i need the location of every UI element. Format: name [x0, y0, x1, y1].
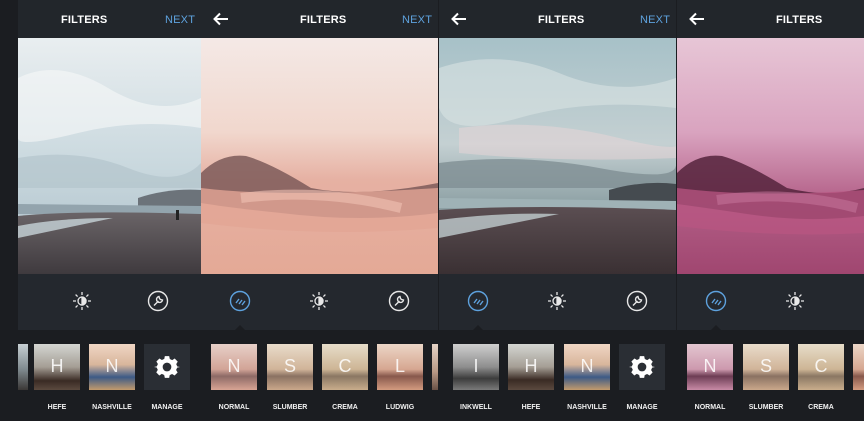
- tools-bar: [439, 274, 676, 330]
- back-arrow-icon[interactable]: [450, 10, 468, 28]
- next-button[interactable]: NEXT: [640, 14, 670, 26]
- filter-thumb[interactable]: C: [798, 344, 844, 390]
- filter-letter: H: [524, 356, 538, 376]
- filter-thumb-partial[interactable]: [432, 344, 438, 390]
- filter-letter: I: [473, 356, 479, 376]
- manage-filters-button[interactable]: [144, 344, 190, 390]
- next-button[interactable]: NEXT: [165, 14, 195, 26]
- filter-thumb[interactable]: N: [564, 344, 610, 390]
- filter-letter: S: [283, 356, 296, 376]
- screen-title: FILTERS: [776, 14, 823, 26]
- filter-label: MANAGE: [151, 404, 183, 411]
- filter-thumb[interactable]: N: [89, 344, 135, 390]
- filter-thumb[interactable]: H: [508, 344, 554, 390]
- photo-preview: [18, 38, 201, 274]
- screen-title: FILTERS: [300, 14, 347, 26]
- top-bar: FILTERS NEXT: [18, 0, 201, 38]
- top-bar: FILTERS NEXT: [439, 0, 676, 38]
- screen-title: FILTERS: [61, 14, 108, 26]
- filter-strip: H HEFE N NASHVILLE MANAGE: [18, 330, 201, 421]
- filter-thumb[interactable]: N: [687, 344, 733, 390]
- filter-letter: N: [580, 356, 594, 376]
- photo-preview: [677, 38, 864, 274]
- filter-thumb-partial[interactable]: [18, 344, 28, 390]
- filter-letter: S: [759, 356, 772, 376]
- wrench-icon[interactable]: [387, 289, 411, 313]
- filter-icon[interactable]: [704, 289, 728, 313]
- filter-letter: L: [394, 356, 405, 376]
- filter-thumb-partial[interactable]: [853, 344, 864, 390]
- filter-letter: N: [105, 356, 119, 376]
- wrench-icon[interactable]: [146, 289, 170, 313]
- filter-thumb[interactable]: S: [743, 344, 789, 390]
- brightness-icon[interactable]: [307, 289, 331, 313]
- screen-3: FILTERS NEXT I INKWELL H HEFE N NASHVILL…: [439, 0, 676, 421]
- filter-strip: N NORMAL S SLUMBER C CREMA: [677, 330, 864, 421]
- filter-thumb[interactable]: I: [453, 344, 499, 390]
- filter-icon[interactable]: [228, 289, 252, 313]
- gear-icon: [629, 356, 655, 378]
- top-bar: FILTERS: [677, 0, 864, 38]
- filter-label: MANAGE: [626, 404, 658, 411]
- tools-bar: [201, 274, 438, 330]
- filter-thumb[interactable]: S: [267, 344, 313, 390]
- filter-strip: I INKWELL H HEFE N NASHVILLE MANAGE: [439, 330, 676, 421]
- back-arrow-icon[interactable]: [212, 10, 230, 28]
- photo-preview: [439, 38, 676, 274]
- tools-bar: [677, 274, 864, 330]
- back-arrow-icon[interactable]: [688, 10, 706, 28]
- filter-icon[interactable]: [466, 289, 490, 313]
- filter-thumb[interactable]: C: [322, 344, 368, 390]
- brightness-icon[interactable]: [783, 289, 807, 313]
- filter-thumb[interactable]: H: [34, 344, 80, 390]
- manage-filters-button[interactable]: [619, 344, 665, 390]
- screen-title: FILTERS: [538, 14, 585, 26]
- brightness-icon[interactable]: [70, 289, 94, 313]
- filter-letter: C: [338, 356, 352, 376]
- brightness-icon[interactable]: [545, 289, 569, 313]
- filter-letter: C: [814, 356, 828, 376]
- photo-preview: [201, 38, 438, 274]
- tools-bar: [18, 274, 201, 330]
- filter-thumb[interactable]: N: [211, 344, 257, 390]
- filter-letter: H: [50, 356, 64, 376]
- next-button[interactable]: NEXT: [402, 14, 432, 26]
- screen-2: FILTERS NEXT N NORMAL S SLUMBER C CREMA …: [201, 0, 438, 421]
- filter-strip: N NORMAL S SLUMBER C CREMA L LUDWIG: [201, 330, 438, 421]
- filter-letter: N: [227, 356, 241, 376]
- filter-thumb[interactable]: L: [377, 344, 423, 390]
- top-bar: FILTERS NEXT: [201, 0, 438, 38]
- filter-letter: N: [703, 356, 717, 376]
- filter-label: CREMA: [808, 404, 834, 411]
- wrench-icon[interactable]: [625, 289, 649, 313]
- gear-icon: [154, 356, 180, 378]
- screen-4: FILTERS N NORMAL S SLUMBER C CREMA: [677, 0, 864, 421]
- filter-label: LUDWIG: [385, 404, 415, 411]
- screen-1: FILTERS NEXT H HEFE N NASHVILLE MANAGE: [18, 0, 201, 421]
